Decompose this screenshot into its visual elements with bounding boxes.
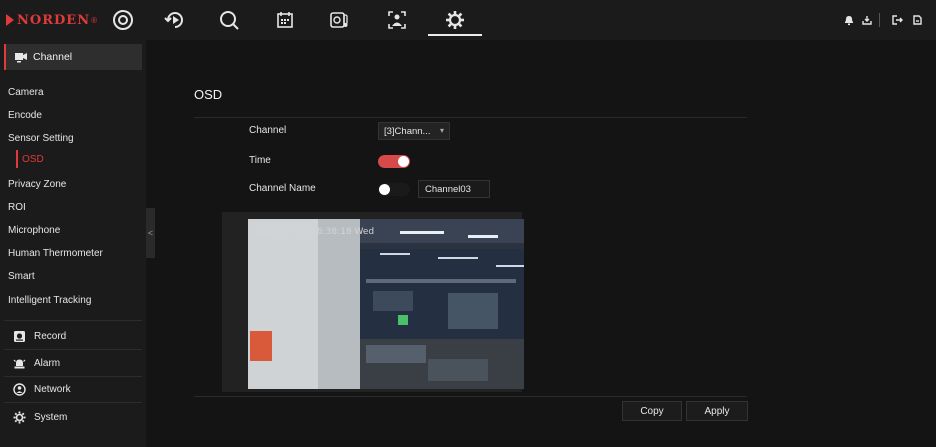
sidebar-item-label: System [34,411,68,423]
sidebar-divider [4,402,142,403]
logo-arrow-icon [6,14,14,26]
sidebar-item-label: Alarm [34,357,61,369]
sidebar-item-microphone[interactable]: Microphone [8,221,60,239]
sidebar-item-human-thermometer[interactable]: Human Thermometer [8,244,103,262]
copy-button[interactable]: Copy [622,401,682,421]
download-icon[interactable] [860,13,874,27]
top-bar: NORDEN ® [0,0,936,40]
sidebar-item-alarm[interactable]: Alarm [4,350,142,376]
toggle-knob [379,184,390,195]
sidebar-item-network[interactable]: Network [4,376,142,402]
system-icon [12,410,26,424]
sidebar-item-record[interactable]: Record [4,323,142,349]
alarm-icon [12,356,26,370]
sidebar-item-privacy-zone[interactable]: Privacy Zone [8,175,66,193]
live-view-icon[interactable] [110,8,136,32]
sidebar-divider [4,320,142,321]
sidebar: Channel Camera Encode Sensor Setting OSD… [0,40,146,447]
channel-name-input[interactable]: Channel03 [418,180,490,198]
camera-channel-icon [14,51,28,63]
bell-icon[interactable] [842,13,856,27]
brand-registered-mark: ® [91,15,97,25]
active-item-indicator [16,150,18,168]
logout-icon[interactable] [890,13,904,27]
face-recognition-icon[interactable] [384,8,410,32]
time-label: Time [249,155,271,166]
page-title: OSD [194,87,223,102]
sidebar-item-system[interactable]: System [4,404,142,430]
exit-icon[interactable] [910,13,924,27]
toggle-knob [398,156,409,167]
playback-icon[interactable] [162,8,188,32]
sidebar-collapse-handle[interactable]: < [146,208,155,258]
record-icon [12,329,26,343]
thermometer-icon[interactable] [326,8,352,32]
gear-icon[interactable] [442,8,468,32]
sidebar-item-smart[interactable]: Smart [8,267,35,285]
chevron-down-icon: ▾ [439,126,444,135]
channel-select-value: [3]Chann... [384,125,431,137]
sidebar-item-camera[interactable]: Camera [8,83,44,101]
title-divider [194,117,747,118]
camera-preview-image [248,219,524,389]
sidebar-item-sensor-setting[interactable]: Sensor Setting [8,129,74,147]
search-icon[interactable] [216,8,242,32]
sidebar-item-label: Channel [33,51,73,63]
sidebar-item-label: Network [34,383,71,395]
footer-divider [194,396,747,397]
sidebar-item-osd[interactable]: OSD [22,150,44,168]
apply-button[interactable]: Apply [686,401,748,421]
preview-timestamp: 2022-07-13 16:38:18 Wed [256,227,375,237]
main-content: OSD Channel [3]Chann... ▾ Time Channel N… [160,40,936,447]
channel-name-label: Channel Name [249,183,316,194]
toolbar-separator [879,13,880,27]
sidebar-item-intelligent-tracking[interactable]: Intelligent Tracking [8,291,91,309]
channel-label: Channel [249,125,287,136]
channel-select[interactable]: [3]Chann... ▾ [378,122,450,140]
sidebar-item-channel[interactable]: Channel [4,44,142,70]
brand-name: NORDEN [17,12,91,28]
camera-preview[interactable]: 2022-07-13 16:38:18 Wed [248,219,524,389]
network-icon [12,382,26,396]
channel-name-toggle[interactable] [378,183,410,196]
sidebar-item-encode[interactable]: Encode [8,106,42,124]
sidebar-item-roi[interactable]: ROI [8,198,26,216]
brand-logo: NORDEN ® [6,12,97,28]
time-toggle[interactable] [378,155,410,168]
calendar-icon[interactable] [272,8,298,32]
sidebar-item-label: Record [34,330,67,342]
active-nav-indicator [428,34,482,36]
